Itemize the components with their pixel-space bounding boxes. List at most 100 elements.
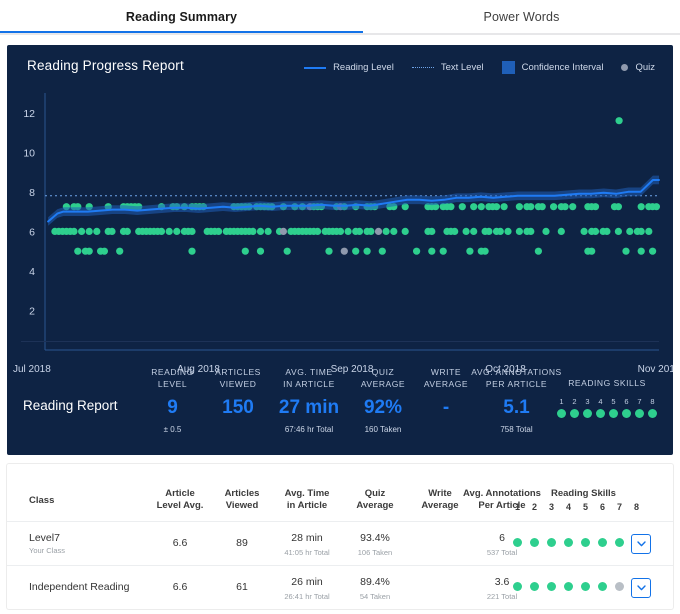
skill-dot-wrap	[526, 538, 543, 547]
column-header-class: Class	[29, 495, 55, 506]
quiz-dot-passed	[637, 227, 645, 235]
quiz-dot-passed	[256, 247, 265, 255]
skill-dot-wrap	[594, 582, 611, 591]
quiz-dot-passed	[485, 227, 493, 235]
y-axis-tick-label: 4	[29, 266, 35, 278]
reading-progress-chart: 24681012Jul 2018 Aug 2018 Sep 2018 Oct 2018…	[13, 93, 673, 375]
quiz-dot-passed	[428, 227, 436, 235]
quiz-dot-passed	[241, 247, 249, 255]
quiz-dot-passed	[401, 227, 409, 235]
table-row[interactable]: Independent Reading 6.6 61 26 min 26:41 …	[7, 565, 673, 609]
quiz-dot-passed	[378, 247, 386, 255]
quiz-dot-passed	[439, 247, 447, 255]
cell-subvalue: 54 Taken	[359, 592, 391, 601]
skill-dot-complete	[648, 409, 657, 418]
reading-skills-label: READING SKILLS	[568, 378, 646, 388]
skill-dot-wrap	[543, 538, 560, 547]
stat-sub: ± 0.5	[163, 425, 182, 434]
skill-dot-wrap	[646, 409, 659, 418]
quiz-dot-passed	[173, 227, 181, 235]
quiz-dot-passed	[615, 117, 623, 125]
row-class-name: Level7	[29, 532, 60, 544]
quiz-dot-passed	[355, 227, 364, 235]
skill-number: 8	[650, 397, 655, 406]
skill-dot-complete	[596, 409, 605, 418]
quiz-dot-passed	[256, 227, 265, 235]
row-class-name-cell: Level7 Your Class	[29, 532, 65, 555]
stat-head: AVG. TIME IN ARTICLE	[283, 367, 335, 389]
skill-dot-wrap	[555, 409, 568, 418]
cell-articles-viewed: 61	[207, 581, 277, 594]
skill-column-number: 3	[548, 502, 554, 512]
y-axis-tick-label: 2	[29, 305, 35, 317]
quiz-dot-not-passed	[279, 227, 287, 235]
quiz-dot-passed	[534, 247, 543, 255]
quiz-dot-passed	[363, 247, 371, 255]
cell-articles-viewed: 89	[207, 537, 277, 550]
quiz-dot-passed	[108, 227, 116, 235]
row-class-name: Independent Reading	[29, 581, 130, 593]
skill-number: 2	[572, 397, 577, 406]
quiz-dot-passed	[470, 203, 478, 211]
skill-dot-wrap	[607, 409, 620, 418]
quiz-dot-passed	[527, 203, 535, 211]
cell-value: 89	[236, 537, 248, 549]
skill-dot-wrap	[611, 582, 628, 591]
tab-reading-summary[interactable]: Reading Summary	[0, 0, 363, 33]
quiz-dot-passed	[382, 227, 390, 235]
skill-dot-complete	[581, 582, 590, 591]
reading-skills-summary: READING SKILLS 12345678	[552, 378, 662, 418]
quiz-dot-passed	[591, 227, 600, 235]
quiz-dot-passed	[622, 247, 630, 255]
table-row[interactable]: Level7 Your Class 6.6 89 28 min 41:05 hr…	[7, 521, 673, 565]
legend-label: Confidence Interval	[521, 62, 604, 73]
quiz-dot-not-passed	[340, 247, 348, 255]
quiz-dot-passed	[165, 227, 173, 235]
quiz-dot-passed	[496, 227, 504, 235]
quiz-dot-passed	[116, 247, 124, 255]
tab-power-words[interactable]: Power Words	[363, 0, 680, 33]
cell-article-level-avg: 6.6	[145, 537, 215, 550]
quiz-dot-not-passed	[374, 227, 383, 235]
y-axis-tick-label: 8	[29, 187, 35, 199]
quiz-dot-passed	[85, 247, 93, 255]
skill-dot-wrap	[620, 409, 633, 418]
quiz-dot-passed	[542, 227, 550, 235]
expand-row-button[interactable]	[631, 534, 651, 554]
skill-column-number: 1	[514, 502, 520, 512]
skill-number: 4	[598, 397, 603, 406]
skill-dot-complete	[530, 538, 539, 547]
legend-item-reading-level[interactable]: Reading Level	[304, 62, 394, 73]
legend-item-text-level[interactable]: Text Level	[411, 62, 484, 73]
cell-value: 61	[236, 581, 248, 593]
quiz-dot-passed	[527, 227, 535, 235]
cell-value: 26 min	[291, 576, 323, 588]
skill-column-number: 5	[582, 502, 588, 512]
quiz-dot-passed	[283, 247, 291, 255]
quiz-dot-passed	[466, 247, 474, 255]
skill-dot-wrap	[611, 538, 628, 547]
quiz-dot-passed	[458, 203, 466, 211]
legend-item-confidence-interval[interactable]: Confidence Interval	[501, 61, 604, 74]
quiz-dot-passed	[249, 227, 257, 235]
column-header-reading-skills: Reading Skills	[551, 488, 616, 499]
cell-value: 28 min	[291, 532, 323, 544]
column-header-article-level-avg: Article Level Avg.	[156, 488, 204, 511]
skill-number: 3	[585, 397, 590, 406]
skill-dot-complete	[583, 409, 592, 418]
skill-dot-wrap	[560, 538, 577, 547]
legend-item-quiz[interactable]: Quiz	[621, 62, 655, 73]
expand-row-button[interactable]	[631, 578, 651, 598]
quiz-dot-passed	[413, 247, 421, 255]
quiz-dot-passed	[100, 247, 108, 255]
legend-label: Text Level	[440, 62, 484, 73]
quiz-dot-passed	[188, 227, 196, 235]
panel-divider	[21, 341, 659, 342]
skill-dot-wrap	[568, 409, 581, 418]
skill-dot-wrap	[543, 582, 560, 591]
quiz-dot-passed	[352, 247, 360, 255]
quiz-dot-passed	[557, 227, 565, 235]
legend-label: Reading Level	[333, 62, 394, 73]
y-axis-tick-label: 10	[23, 147, 35, 159]
quiz-dot-passed	[626, 227, 634, 235]
